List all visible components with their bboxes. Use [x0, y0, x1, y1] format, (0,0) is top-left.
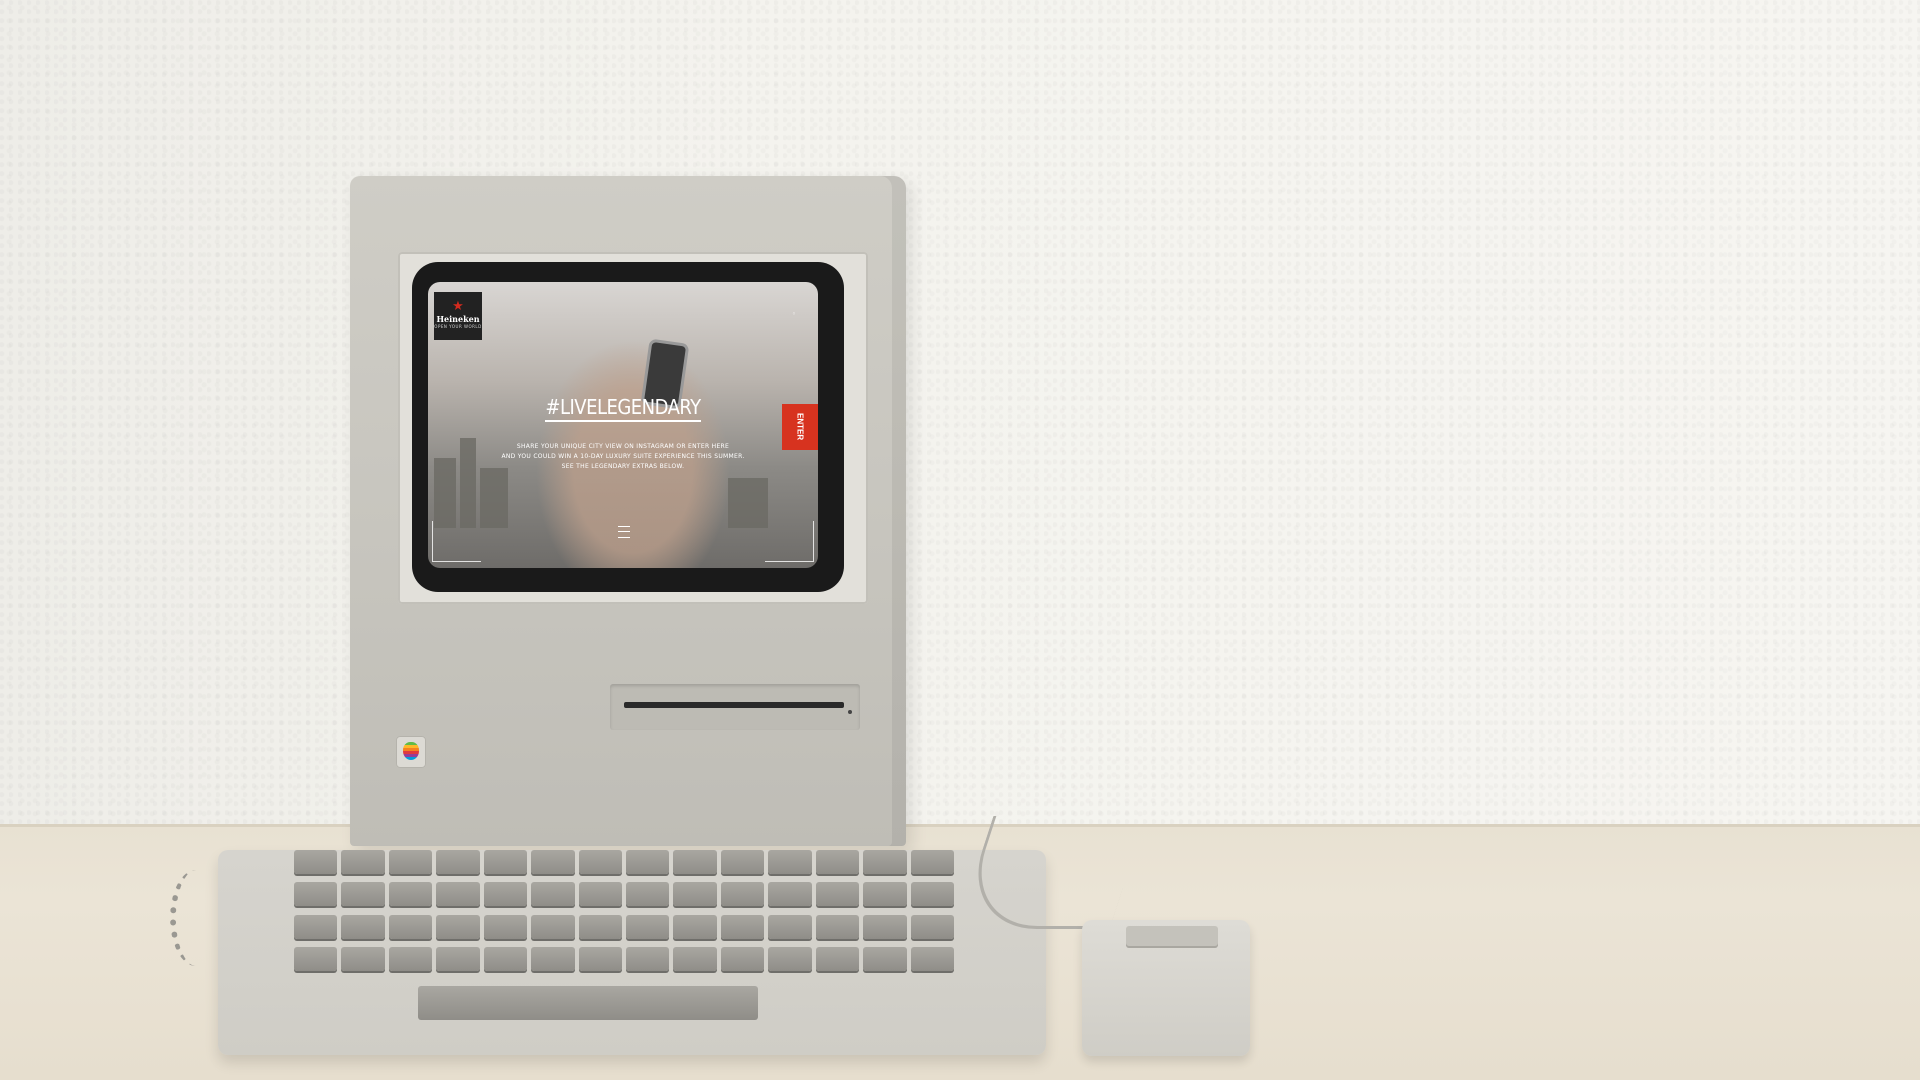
key	[483, 850, 528, 874]
key	[863, 882, 907, 907]
background-building	[480, 468, 508, 528]
brand-tagline: OPEN YOUR WORLD	[434, 324, 482, 329]
key	[673, 850, 717, 874]
key	[294, 850, 338, 874]
key	[815, 850, 860, 874]
apple-badge	[396, 736, 426, 768]
key	[578, 850, 622, 874]
key	[768, 882, 812, 907]
floppy-slot	[624, 702, 844, 708]
key	[341, 882, 385, 907]
floppy-drive	[610, 684, 860, 730]
enter-button[interactable]: ENTER	[782, 404, 818, 450]
apple-logo-icon	[403, 742, 419, 760]
key	[625, 914, 670, 939]
key	[388, 914, 433, 939]
background-building	[434, 458, 456, 528]
key	[863, 850, 907, 874]
key	[910, 850, 954, 874]
crt-frame: ★ Heineken OPEN YOUR WORLD ◦ #LIVELEGEND…	[412, 262, 844, 592]
campaign-description: SHARE YOUR UNIQUE CITY VIEW ON INSTAGRAM…	[498, 442, 748, 472]
key	[768, 946, 812, 971]
heineken-star-icon: ★	[452, 299, 464, 314]
keyboard-keys	[294, 850, 954, 975]
key	[673, 946, 717, 971]
key	[388, 850, 433, 874]
background-wall	[0, 0, 1920, 824]
key	[815, 882, 860, 907]
key	[531, 914, 575, 939]
key	[436, 882, 480, 907]
key	[815, 946, 860, 971]
mouse	[1082, 920, 1250, 1056]
key	[341, 850, 385, 874]
mouse-button	[1126, 926, 1218, 948]
description-line: SEE THE LEGENDARY EXTRAS BELOW.	[561, 463, 685, 470]
key	[531, 946, 575, 971]
website-screen: ★ Heineken OPEN YOUR WORLD ◦ #LIVELEGEND…	[428, 282, 818, 568]
menu-dot-icon[interactable]: ◦	[792, 310, 796, 318]
key	[815, 914, 860, 939]
hamburger-menu-icon[interactable]	[618, 526, 630, 538]
keyboard-cord	[170, 870, 222, 966]
key	[341, 914, 385, 939]
key	[578, 946, 622, 971]
key	[294, 914, 338, 939]
key	[483, 914, 528, 939]
screen-bezel: ★ Heineken OPEN YOUR WORLD ◦ #LIVELEGEND…	[398, 252, 868, 604]
frame-corner-right	[765, 521, 814, 562]
key	[388, 882, 433, 907]
key	[910, 946, 954, 971]
frame-corner-left	[432, 521, 481, 562]
key	[483, 946, 528, 971]
macintosh-computer: ★ Heineken OPEN YOUR WORLD ◦ #LIVELEGEND…	[350, 176, 906, 846]
key	[341, 946, 385, 971]
description-line: AND YOU COULD WIN A 10-DAY LUXURY SUITE …	[501, 453, 745, 460]
description-line: SHARE YOUR UNIQUE CITY VIEW ON INSTAGRAM…	[516, 443, 730, 450]
key	[910, 882, 954, 907]
brand-name: Heineken	[436, 314, 480, 324]
key	[436, 946, 480, 971]
key	[531, 850, 575, 874]
key	[625, 850, 670, 874]
key	[863, 946, 907, 971]
key	[436, 914, 480, 939]
key	[625, 882, 670, 907]
key	[294, 882, 338, 907]
key	[531, 882, 575, 907]
key	[625, 946, 670, 971]
key	[720, 850, 765, 874]
brand-logo[interactable]: ★ Heineken OPEN YOUR WORLD	[434, 292, 482, 340]
key	[720, 946, 765, 971]
keyboard	[218, 850, 1046, 1055]
key	[436, 850, 480, 874]
key	[578, 914, 622, 939]
key	[294, 946, 338, 971]
key	[768, 914, 812, 939]
key	[863, 914, 907, 939]
key	[768, 850, 812, 874]
eject-hole	[848, 710, 852, 714]
key	[910, 914, 954, 939]
key	[720, 882, 765, 907]
key	[720, 914, 765, 939]
background-building	[460, 438, 476, 528]
hashtag-text: #LIVELEGENDARY	[545, 395, 701, 422]
key	[483, 882, 528, 907]
hashtag-headline: #LIVELEGENDARY	[428, 395, 818, 422]
key	[578, 882, 622, 907]
key	[673, 882, 717, 907]
key	[673, 914, 717, 939]
space-bar	[418, 986, 758, 1020]
key	[388, 946, 433, 971]
